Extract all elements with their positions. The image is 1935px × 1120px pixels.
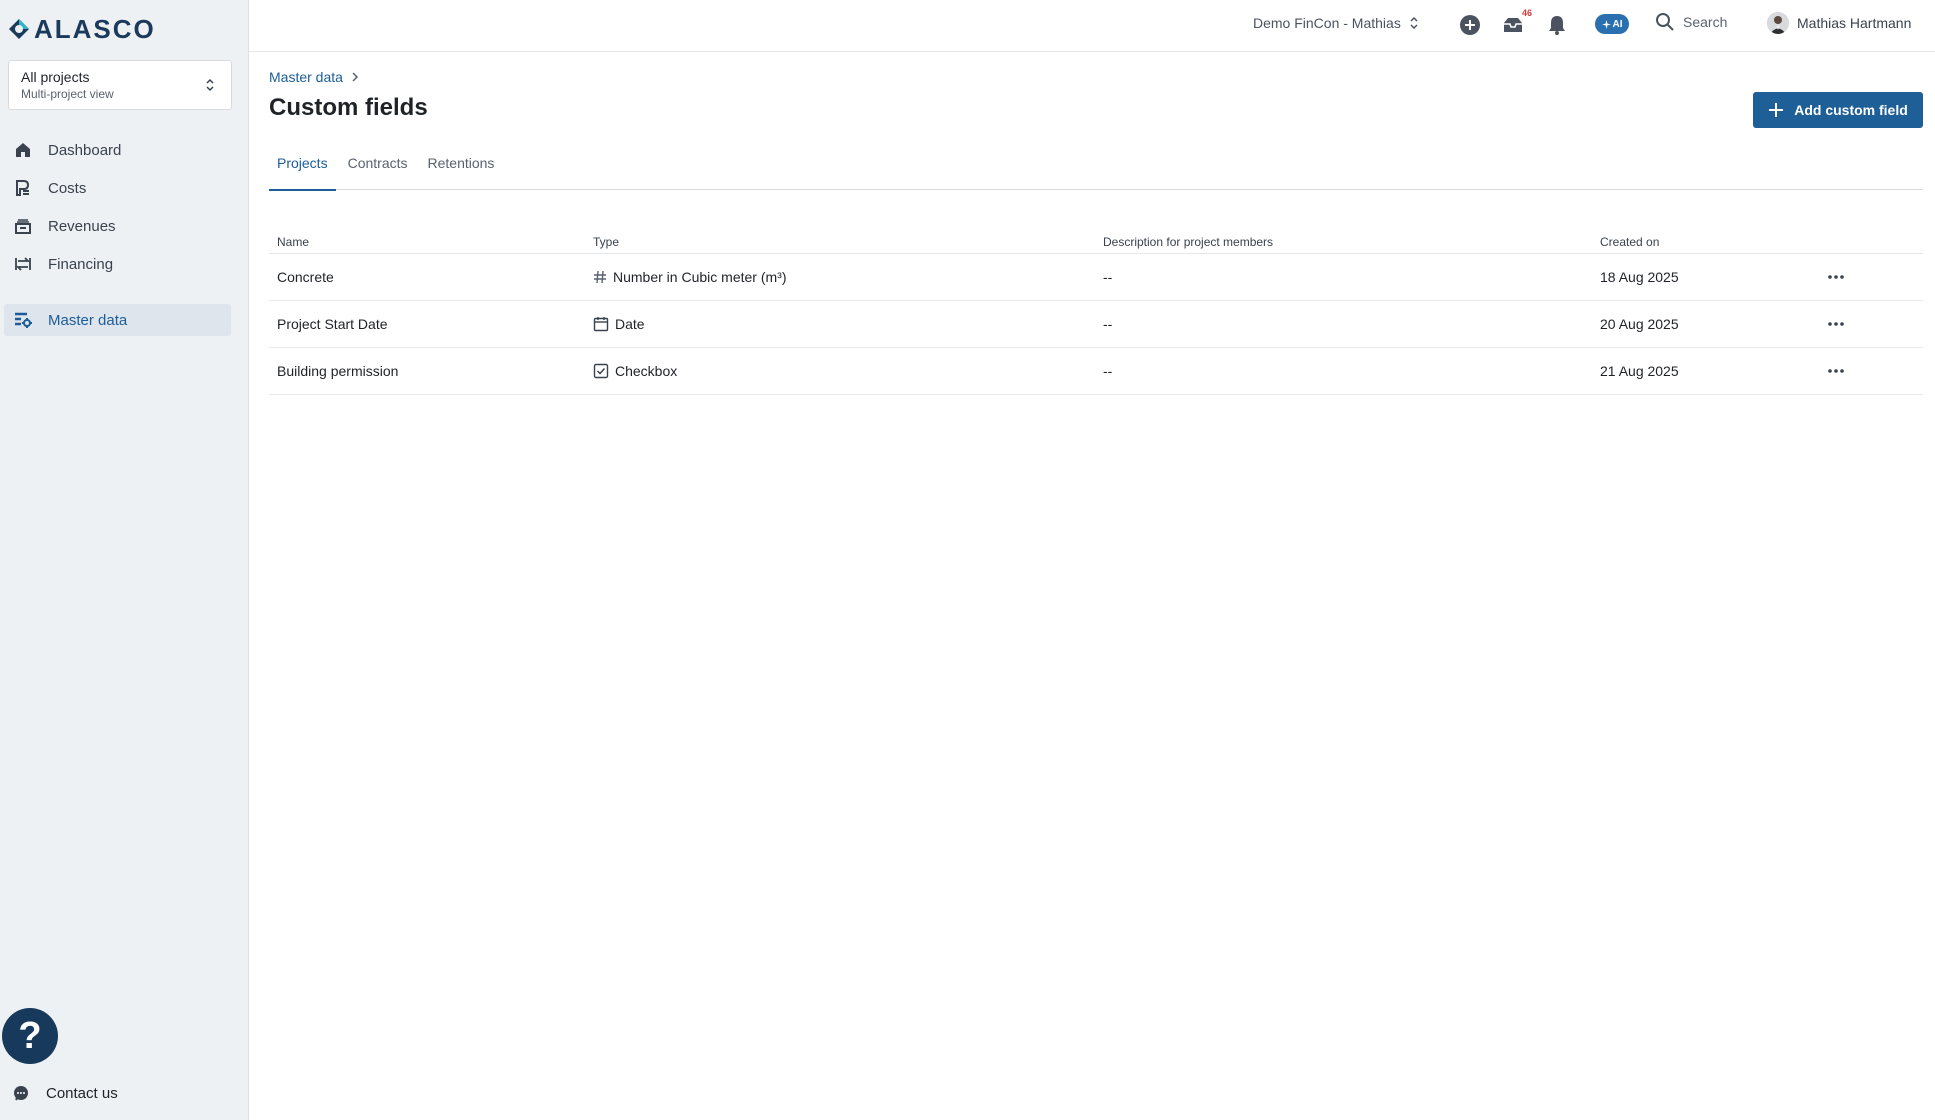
avatar bbox=[1767, 12, 1789, 34]
sidebar-item-dashboard[interactable]: Dashboard bbox=[4, 134, 231, 166]
cell-description: -- bbox=[1103, 269, 1113, 285]
inbox-button[interactable]: 46 bbox=[1500, 8, 1532, 38]
sparkle-icon bbox=[1601, 19, 1611, 29]
plus-icon bbox=[1769, 103, 1784, 117]
bell-icon bbox=[1549, 16, 1565, 35]
cell-type-label: Checkbox bbox=[615, 363, 678, 379]
create-button[interactable] bbox=[1457, 12, 1483, 38]
sidebar-item-label: Dashboard bbox=[48, 141, 122, 159]
chat-icon bbox=[14, 1086, 28, 1101]
tab-projects[interactable]: Projects bbox=[269, 152, 336, 191]
search-icon bbox=[1656, 13, 1674, 31]
financing-icon bbox=[12, 253, 34, 275]
breadcrumb: Master data bbox=[269, 69, 359, 85]
tab-label: Retentions bbox=[427, 155, 495, 171]
notifications-button[interactable] bbox=[1544, 12, 1570, 38]
cell-name: Building permission bbox=[277, 363, 399, 379]
custom-fields-table: Name Type Description for project member… bbox=[269, 230, 1923, 395]
page-title: Custom fields bbox=[269, 94, 428, 121]
cell-type-label: Number in Cubic meter (m³) bbox=[613, 269, 787, 285]
chevron-right-icon bbox=[352, 72, 358, 82]
logo-mark-icon bbox=[9, 19, 29, 39]
cell-name: Concrete bbox=[277, 269, 334, 285]
tab-retentions[interactable]: Retentions bbox=[420, 152, 503, 190]
project-selector-title: All projects bbox=[21, 69, 90, 85]
breadcrumb-master-data[interactable]: Master data bbox=[269, 69, 343, 85]
search-button[interactable]: Search bbox=[1655, 12, 1727, 32]
cell-created-on: 18 Aug 2025 bbox=[1600, 269, 1679, 285]
sidebar-item-costs[interactable]: Costs bbox=[4, 172, 231, 204]
more-horizontal-icon bbox=[1828, 275, 1844, 279]
alasco-logo[interactable]: ALASCO bbox=[8, 14, 156, 44]
cell-type: Checkbox bbox=[593, 363, 1103, 379]
contact-us-link[interactable]: Contact us bbox=[12, 1084, 118, 1102]
cell-type: Number in Cubic meter (m³) bbox=[593, 269, 1103, 285]
checkbox-icon bbox=[593, 363, 609, 379]
ai-assistant-button[interactable]: AI bbox=[1595, 14, 1629, 34]
help-button[interactable]: ? bbox=[2, 1008, 58, 1064]
home-icon bbox=[12, 139, 34, 161]
more-horizontal-icon bbox=[1828, 369, 1844, 373]
row-actions-button[interactable] bbox=[1827, 321, 1923, 327]
user-menu[interactable]: Mathias Hartmann bbox=[1767, 12, 1911, 34]
sidebar-item-label: Costs bbox=[48, 179, 87, 197]
hash-icon bbox=[594, 270, 606, 284]
cell-created-on: 20 Aug 2025 bbox=[1600, 316, 1679, 332]
cell-description: -- bbox=[1103, 316, 1113, 332]
sidebar-item-label: Master data bbox=[48, 311, 128, 329]
top-bar: Demo FinCon - Mathias 46 AI Search Mathi… bbox=[249, 0, 1935, 52]
cell-created-on: 21 Aug 2025 bbox=[1600, 363, 1679, 379]
inbox-badge: 46 bbox=[1521, 8, 1532, 18]
ai-label: AI bbox=[1612, 18, 1623, 30]
revenues-icon bbox=[12, 215, 34, 237]
inbox-icon bbox=[1504, 18, 1522, 32]
calendar-icon bbox=[593, 317, 609, 332]
header-type[interactable]: Type bbox=[593, 235, 1103, 249]
search-label: Search bbox=[1683, 14, 1728, 30]
sidebar-item-revenues[interactable]: Revenues bbox=[4, 210, 231, 242]
updown-chevron-icon bbox=[206, 78, 214, 92]
header-created-on[interactable]: Created on bbox=[1600, 235, 1827, 249]
cell-description: -- bbox=[1103, 363, 1113, 379]
sidebar: ALASCO All projects Multi-project view D… bbox=[0, 0, 249, 1120]
tab-bar: Projects Contracts Retentions bbox=[269, 152, 1923, 191]
row-actions-button[interactable] bbox=[1827, 368, 1923, 374]
sidebar-item-financing[interactable]: Financing bbox=[4, 248, 231, 280]
cell-name: Project Start Date bbox=[277, 316, 388, 332]
tab-contracts[interactable]: Contracts bbox=[340, 152, 416, 190]
master-data-icon bbox=[12, 309, 34, 331]
row-actions-button[interactable] bbox=[1827, 274, 1923, 280]
header-name[interactable]: Name bbox=[269, 235, 593, 249]
add-custom-field-label: Add custom field bbox=[1794, 102, 1908, 118]
user-name: Mathias Hartmann bbox=[1797, 15, 1912, 31]
cell-type: Date bbox=[593, 316, 1103, 332]
more-horizontal-icon bbox=[1828, 322, 1844, 326]
costs-icon bbox=[12, 177, 34, 199]
company-selector[interactable]: Demo FinCon - Mathias bbox=[1253, 15, 1419, 31]
cell-type-label: Date bbox=[615, 316, 645, 332]
header-description[interactable]: Description for project members bbox=[1103, 235, 1600, 249]
table-row[interactable]: Building permission Checkbox -- 21 Aug 2… bbox=[269, 348, 1923, 395]
table-row[interactable]: Concrete Number in Cubic meter (m³) -- 1… bbox=[269, 254, 1923, 301]
sidebar-nav: Dashboard Costs Revenues Financing Maste… bbox=[0, 134, 249, 342]
table-row[interactable]: Project Start Date Date -- 20 Aug 2025 bbox=[269, 301, 1923, 348]
contact-us-label: Contact us bbox=[46, 1084, 118, 1102]
help-button-label: ? bbox=[18, 1014, 42, 1057]
company-name: Demo FinCon - Mathias bbox=[1253, 15, 1401, 31]
table-header: Name Type Description for project member… bbox=[269, 230, 1923, 254]
plus-circle-icon bbox=[1460, 15, 1480, 35]
sidebar-item-label: Revenues bbox=[48, 217, 116, 235]
sidebar-item-master-data[interactable]: Master data bbox=[4, 304, 231, 336]
project-selector[interactable]: All projects Multi-project view bbox=[8, 60, 232, 110]
logo-text: ALASCO bbox=[34, 13, 156, 44]
add-custom-field-button[interactable]: Add custom field bbox=[1753, 92, 1923, 128]
project-selector-subtitle: Multi-project view bbox=[21, 87, 114, 101]
tab-label: Contracts bbox=[347, 155, 408, 171]
updown-chevron-icon bbox=[1410, 16, 1418, 30]
tab-label: Projects bbox=[277, 155, 328, 171]
sidebar-item-label: Financing bbox=[48, 255, 114, 273]
